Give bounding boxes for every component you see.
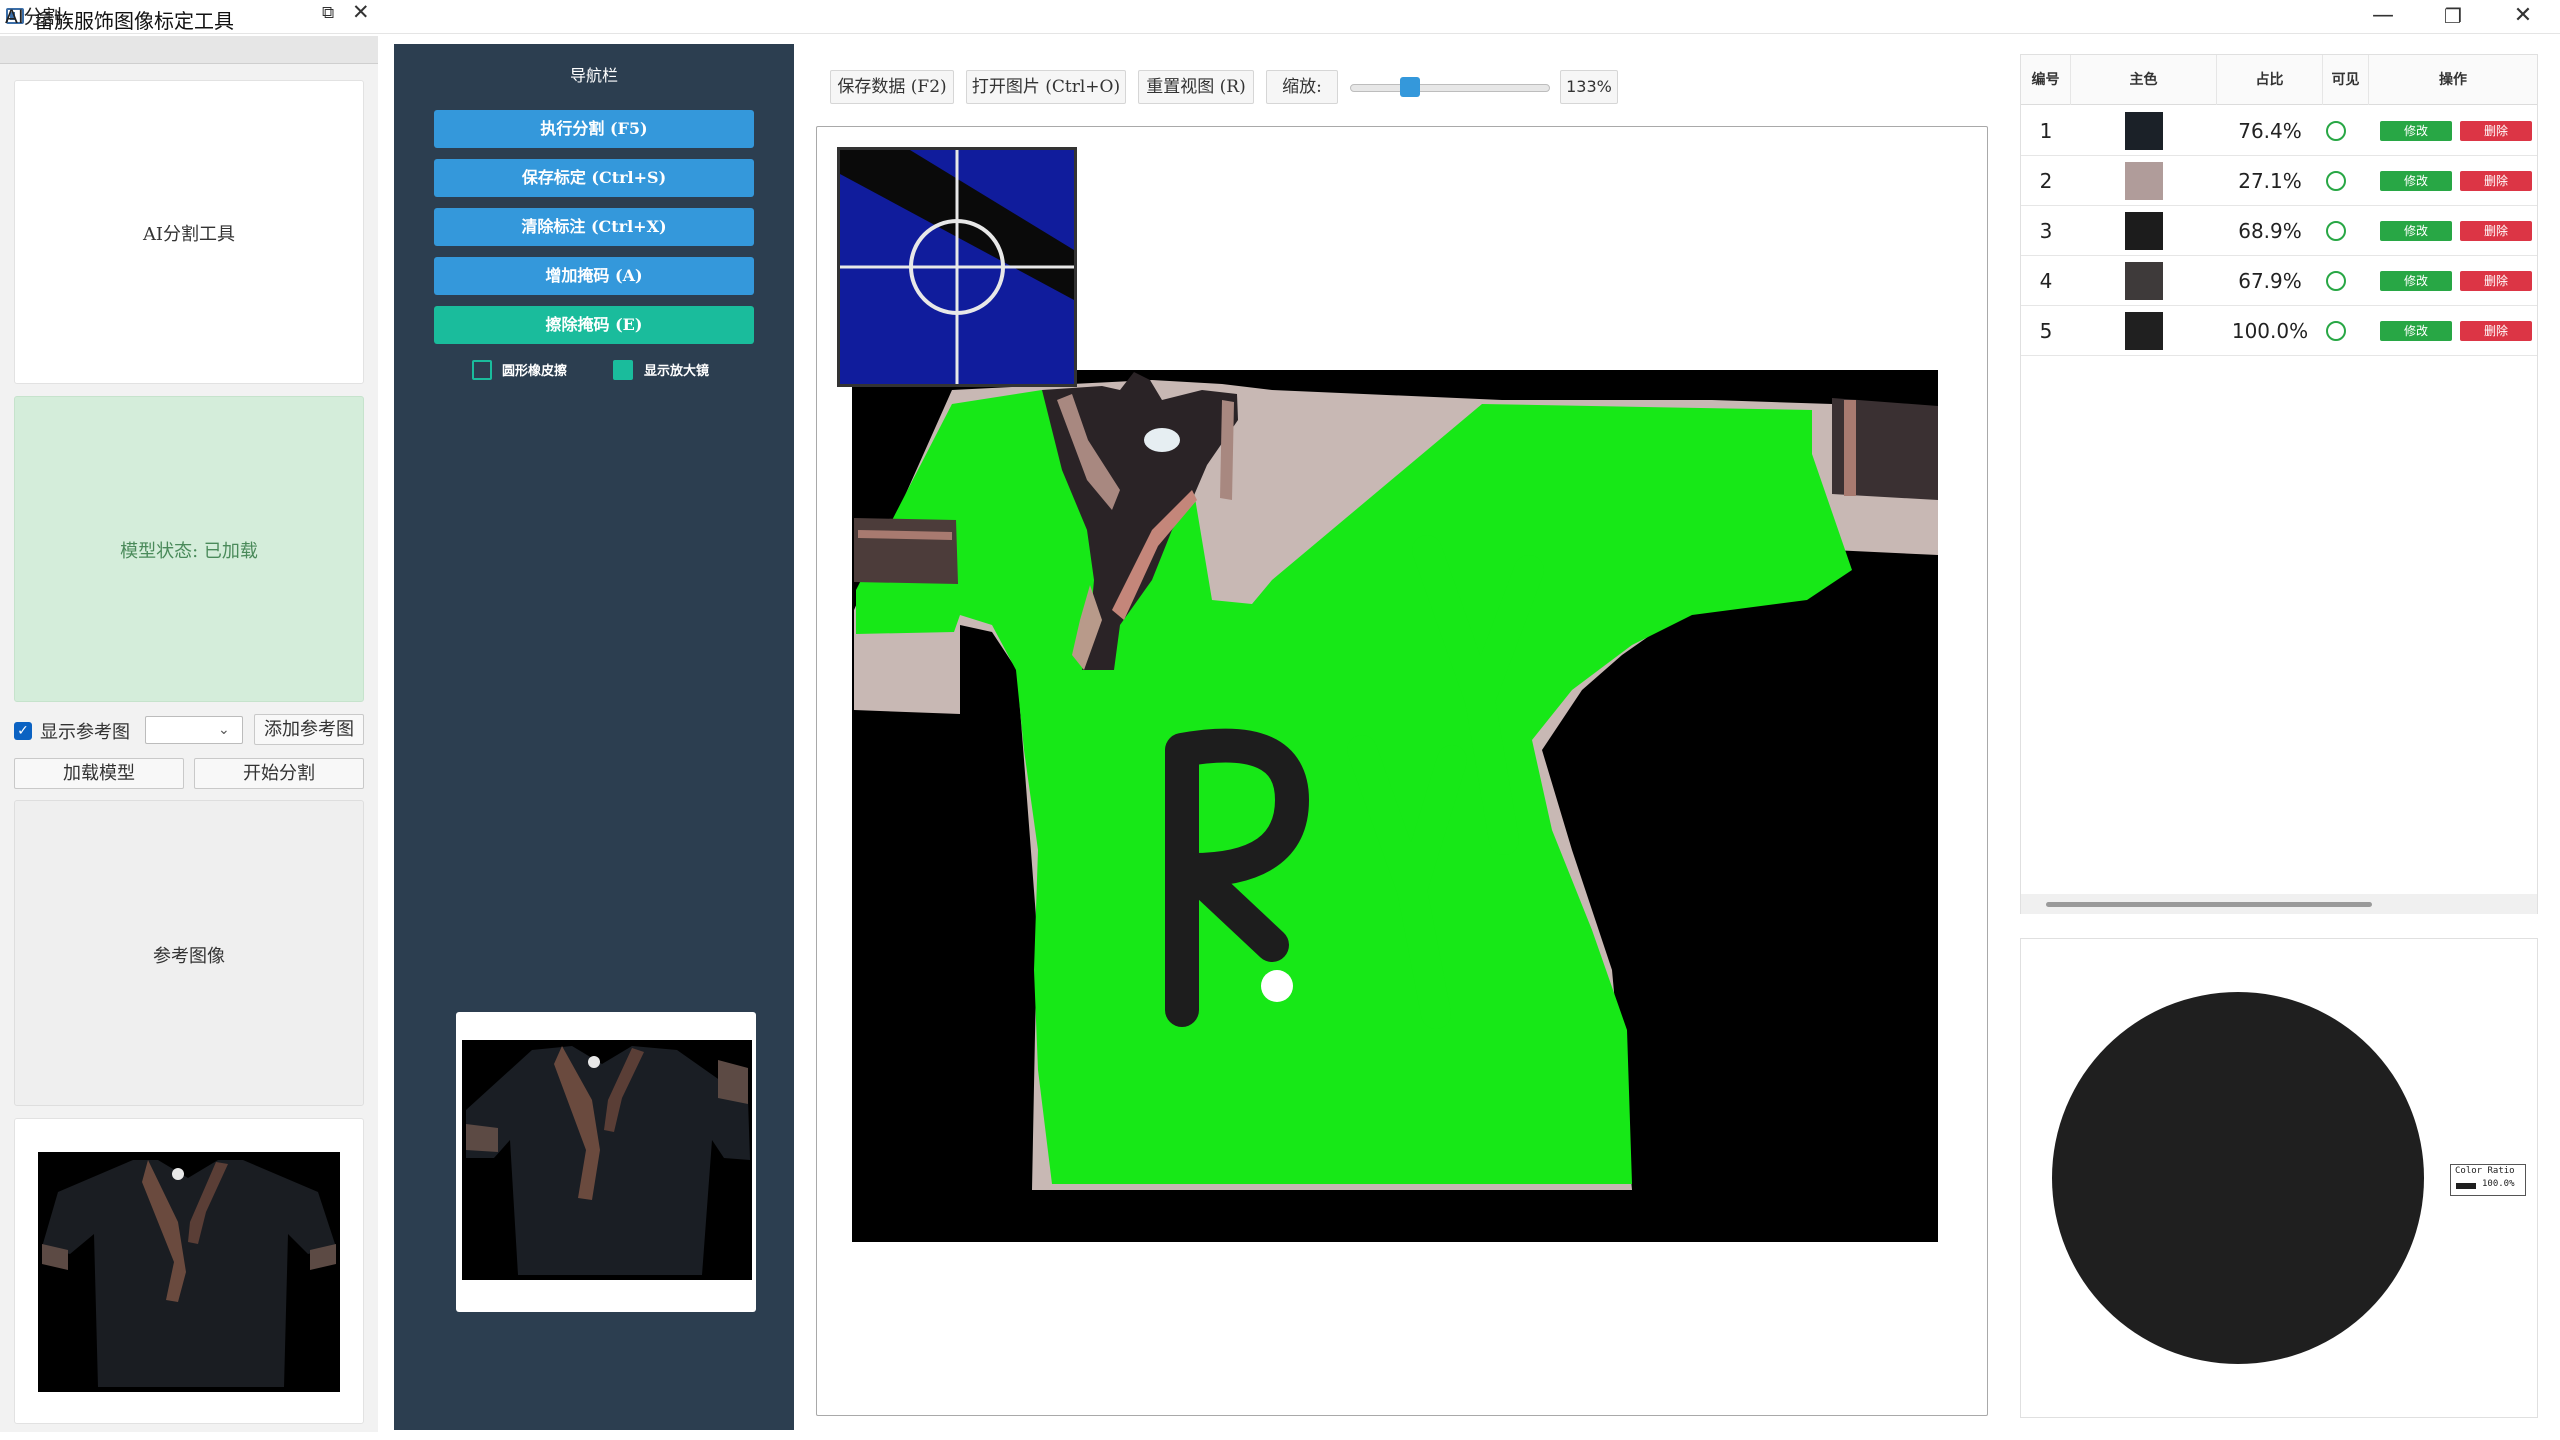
magnifier-checkbox[interactable]	[613, 360, 633, 380]
start-segment-button[interactable]: 开始分割	[194, 758, 364, 789]
circle-eraser-label: 圆形橡皮擦	[502, 364, 568, 379]
show-reference-checkbox[interactable]: ✓	[14, 722, 32, 740]
minimize-button[interactable]: —	[2348, 0, 2418, 34]
zoom-slider[interactable]	[1350, 84, 1550, 92]
add-reference-button[interactable]: 添加参考图	[254, 714, 364, 745]
dock-header	[0, 36, 378, 64]
legend-title: Color Ratio	[2455, 1166, 2515, 1176]
visible-toggle[interactable]	[2326, 271, 2346, 291]
row-index: 2	[2039, 169, 2053, 193]
model-status-label: 模型状态: 已加载	[120, 541, 258, 562]
reference-image-label: 参考图像	[153, 946, 225, 967]
edit-button[interactable]: 修改	[2380, 221, 2452, 241]
edit-button[interactable]: 修改	[2380, 121, 2452, 141]
header-visible: 可见	[2323, 55, 2369, 105]
legend-entry: 100.0%	[2482, 1179, 2515, 1189]
delete-button[interactable]: 删除	[2460, 271, 2532, 291]
row-ratio: 100.0%	[2231, 319, 2309, 343]
legend-swatch	[2456, 1183, 2476, 1189]
dock-float-icon[interactable]: ⧉	[322, 3, 334, 23]
add-mask-button[interactable]: 增加掩码 (A)	[434, 257, 754, 295]
delete-button[interactable]: 删除	[2460, 171, 2532, 191]
original-garment-thumbnail	[38, 1152, 340, 1392]
show-reference-label: 显示参考图	[40, 722, 130, 743]
erase-mask-button[interactable]: 擦除掩码 (E)	[434, 306, 754, 344]
save-annotation-button[interactable]: 保存标定 (Ctrl+S)	[434, 159, 754, 197]
delete-button[interactable]: 删除	[2460, 321, 2532, 341]
visible-toggle[interactable]	[2326, 121, 2346, 141]
table-scrollbar[interactable]	[2046, 902, 2372, 907]
color-swatch	[2125, 212, 2163, 250]
load-model-button[interactable]: 加载模型	[14, 758, 184, 789]
row-ratio: 76.4%	[2238, 119, 2302, 143]
execute-segment-button[interactable]: 执行分割 (F5)	[434, 110, 754, 148]
delete-button[interactable]: 删除	[2460, 121, 2532, 141]
edit-button[interactable]: 修改	[2380, 171, 2452, 191]
nav-title: 导航栏	[569, 66, 618, 85]
visible-toggle[interactable]	[2326, 221, 2346, 241]
annotated-garment-image[interactable]	[852, 370, 1938, 1242]
color-swatch	[2125, 262, 2163, 300]
clear-annotation-button[interactable]: 清除标注 (Ctrl+X)	[434, 208, 754, 246]
magnifier-label: 显示放大镜	[644, 364, 710, 379]
zoom-value: 133%	[1560, 70, 1618, 104]
close-button[interactable]: ✕	[2488, 0, 2558, 34]
chevron-down-icon: ⌄	[218, 722, 230, 738]
header-ratio: 占比	[2217, 55, 2323, 105]
row-ratio: 27.1%	[2238, 169, 2302, 193]
zoom-slider-handle[interactable]	[1400, 77, 1420, 97]
pie-slice	[2052, 992, 2424, 1364]
restore-button[interactable]: ❐	[2418, 0, 2488, 34]
row-index: 3	[2039, 219, 2053, 243]
row-ratio: 67.9%	[2238, 269, 2302, 293]
row-index: 4	[2039, 269, 2053, 293]
header-index: 编号	[2021, 55, 2071, 105]
open-image-button[interactable]: 打开图片 (Ctrl+O)	[966, 70, 1126, 104]
color-swatch	[2125, 112, 2163, 150]
window-title: 畲族服饰图像标定工具	[34, 9, 234, 33]
row-index: 5	[2039, 319, 2053, 343]
edit-button[interactable]: 修改	[2380, 321, 2452, 341]
header-main-color: 主色	[2071, 55, 2217, 105]
header-action: 操作	[2439, 72, 2467, 88]
nav-garment-thumbnail[interactable]	[462, 1040, 752, 1280]
edit-button[interactable]: 修改	[2380, 271, 2452, 291]
zoom-label: 缩放:	[1266, 70, 1338, 104]
row-index: 1	[2039, 119, 2053, 143]
save-data-button[interactable]: 保存数据 (F2)	[830, 70, 954, 104]
visible-toggle[interactable]	[2326, 171, 2346, 191]
delete-button[interactable]: 删除	[2460, 221, 2532, 241]
color-swatch	[2125, 162, 2163, 200]
dock-close-icon[interactable]: ✕	[352, 0, 370, 24]
color-swatch	[2125, 312, 2163, 350]
circle-eraser-checkbox[interactable]	[472, 360, 492, 380]
title-bar	[0, 0, 2560, 34]
magnifier-view	[837, 147, 1077, 387]
reset-view-button[interactable]: 重置视图 (R)	[1138, 70, 1254, 104]
visible-toggle[interactable]	[2326, 321, 2346, 341]
dock-title: AI分割	[5, 6, 62, 28]
ai-tool-label: AI分割工具	[142, 224, 236, 245]
row-ratio: 68.9%	[2238, 219, 2302, 243]
